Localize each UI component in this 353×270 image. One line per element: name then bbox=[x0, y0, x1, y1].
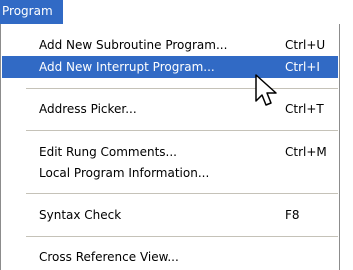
menu-item-shortcut: Ctrl+M bbox=[285, 145, 327, 159]
menu-item-label: Add New Interrupt Program... bbox=[39, 60, 215, 74]
menu-item-label: Local Program Information... bbox=[39, 166, 210, 180]
menu-item-label: Cross Reference View... bbox=[39, 250, 179, 264]
menu-item-add-interrupt[interactable]: Add New Interrupt Program... Ctrl+I bbox=[2, 56, 338, 78]
menu-item-shortcut: Ctrl+T bbox=[285, 102, 324, 116]
menu-item-local-program-info[interactable]: Local Program Information... bbox=[2, 162, 338, 184]
menu-item-label: Address Picker... bbox=[39, 102, 137, 116]
menu-program-label: Program bbox=[2, 4, 53, 18]
menu-item-label: Edit Rung Comments... bbox=[39, 145, 177, 159]
menu-item-edit-rung-comments[interactable]: Edit Rung Comments... Ctrl+M bbox=[2, 141, 338, 163]
menu-item-label: Syntax Check bbox=[39, 208, 122, 222]
menu-item-shortcut: F8 bbox=[285, 208, 300, 222]
menu-item-address-picker[interactable]: Address Picker... Ctrl+T bbox=[2, 98, 338, 120]
menu-item-label: Add New Subroutine Program... bbox=[39, 38, 228, 52]
menu-separator bbox=[26, 88, 338, 89]
menu-item-shortcut: Ctrl+U bbox=[285, 38, 326, 52]
program-dropdown-menu: Add New Subroutine Program... Ctrl+U Add… bbox=[0, 24, 340, 270]
menu-item-shortcut: Ctrl+I bbox=[285, 60, 320, 74]
menu-item-syntax-check[interactable]: Syntax Check F8 bbox=[2, 204, 338, 226]
menu-separator bbox=[26, 193, 338, 194]
menu-separator bbox=[26, 236, 338, 237]
menu-separator bbox=[26, 130, 338, 131]
menu-program[interactable]: Program bbox=[0, 0, 63, 24]
menu-item-add-subroutine[interactable]: Add New Subroutine Program... Ctrl+U bbox=[2, 34, 338, 56]
menu-item-cross-reference-view[interactable]: Cross Reference View... bbox=[2, 246, 338, 268]
arrow-pointer-icon bbox=[255, 74, 277, 106]
